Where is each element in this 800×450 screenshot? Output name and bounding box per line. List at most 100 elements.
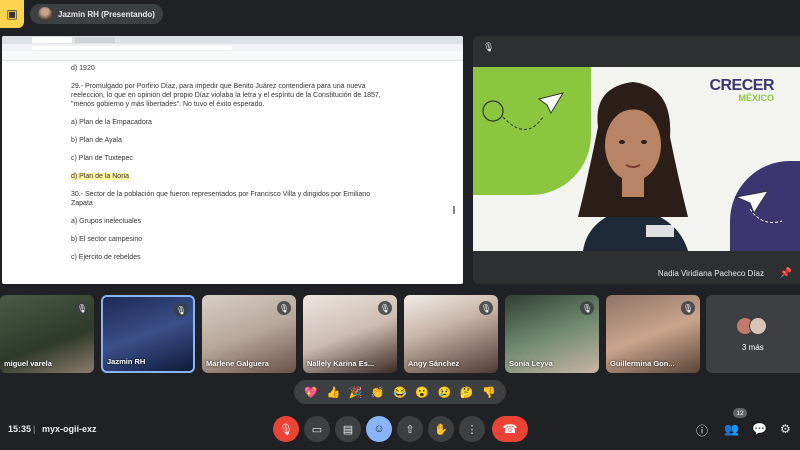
captions-button[interactable]: ▤ [335,416,361,442]
mic-off-icon: 🎙 [277,301,291,315]
people-icon[interactable]: 👥 [724,422,739,436]
presenter-avatar [38,7,52,21]
meet-window: ▣ Jazmin RH (Presentando) d) 1920 29.- Pr… [0,0,800,450]
speaker-name: Nadia Viridiana Pacheco Díaz [657,269,764,278]
mic-off-icon: 🎙 [580,301,594,315]
participant-name: Jazmin RH [107,357,146,366]
clock: 15:35 [8,424,32,434]
participant-tile[interactable]: 🎙 Marlene Galguera [202,295,296,373]
browser-tab [32,37,72,43]
reaction-emoji[interactable]: 😮 [415,386,429,399]
activities-icon[interactable]: ⚙ [780,422,791,436]
mic-off-icon: 🎙 [479,301,493,315]
info-icon[interactable]: ⓘ [696,422,708,439]
avatar [749,317,767,335]
document-text: d) 1920 [71,65,95,72]
participant-name: Angy Sánchez [408,359,460,368]
document-text: b) Plan de Ayala [71,137,122,144]
participant-name: Nallely Karina Es... [307,359,375,368]
reaction-bar: 💖 👍 🎉 👏 😂 😮 😢 🤔 👎 [294,380,506,404]
reaction-emoji[interactable]: 🎉 [349,386,363,399]
document-line: b) Plan de Ayala [71,136,382,145]
raise-hand-button[interactable]: ✋ [428,416,454,442]
leave-call-button[interactable]: ☎ [492,416,528,442]
paper-plane-icon [734,190,783,223]
phone-hangup-icon: ☎ [502,422,518,436]
present-icon: ⇧ [405,423,415,436]
reactions-button[interactable]: ☺ [366,416,392,442]
document-text: a) Plan de la Empacadora [71,119,152,126]
browser-tab [75,37,115,43]
participant-name: miguel varela [4,359,52,368]
reaction-emoji[interactable]: 🤔 [460,386,474,399]
reaction-emoji[interactable]: 👍 [326,386,340,399]
document-line: a) Plan de la Empacadora [71,118,382,127]
highlighted-answer: d) Plan de la Noria [71,173,129,180]
reaction-emoji[interactable]: 👏 [371,386,385,399]
participant-tile[interactable]: 🎙 Nallely Karina Es... [303,295,397,373]
document-text: c) Plan de Tuxtepec [71,155,133,162]
document-line: c) Plan de Tuxtepec [71,154,382,163]
participant-tile[interactable]: 🎙 miguel varela [0,295,94,373]
browser-tab-strip [2,36,463,44]
more-options-button[interactable]: ⋮ [459,416,485,442]
document-scrollbar [453,206,455,214]
mic-off-icon: 🎙 [75,301,89,315]
browser-url-bar [2,44,463,51]
mic-toggle-button[interactable]: 🎙 [273,416,299,442]
present-button[interactable]: ⇧ [397,416,423,442]
document-line: c) Ejercito de rebeldes [71,253,382,262]
more-participants-tile[interactable]: 3 más [706,295,800,373]
meeting-code: myx-ogii-exz [42,424,97,434]
participant-count-badge: 12 [733,408,747,418]
document-text: c) Ejercito de rebeldes [71,254,141,261]
emoji-icon: ☺ [373,423,385,435]
document-text: 30.- Sector de la población que fueron r… [71,191,371,207]
top-bar: ▣ Jazmin RH (Presentando) [0,0,800,28]
chat-icon[interactable]: 💬 [752,422,767,436]
document-line: d) 1920 [71,64,382,73]
hand-icon: ✋ [434,423,448,436]
speaker-person [578,82,688,251]
participant-name: Sonia Leyva [509,359,553,368]
captions-icon: ▤ [342,423,354,436]
bottom-bar: 15:35 | myx-ogii-exz 🎙 ▭ ▤ ☺ ⇧ ✋ ⋮ ☎ ⓘ 👥… [0,408,800,450]
document-line: 29.- Promulgado por Porfirio Díaz, para … [71,82,382,109]
participant-tile[interactable]: 🎙 Sonia Leyva [505,295,599,373]
document-toolbar [2,51,463,61]
participant-tile[interactable]: 🎙 Jazmin RH [101,295,195,373]
speaker-video: CRECER MÉXICO [473,67,800,251]
reaction-emoji[interactable]: 💖 [304,386,318,399]
document-line: b) El sector campesino [71,235,382,244]
more-vert-icon: ⋮ [466,423,478,436]
document-text: b) El sector campesino [71,236,143,243]
mic-off-icon: 🎙 [279,423,293,436]
participant-tile[interactable]: 🎙 Guillermina Gon... [606,295,700,373]
speaker-tile[interactable]: 🎙 CRECER MÉXICO Nadia Viridiana Pacheco … [473,36,800,284]
document-line: 30.- Sector de la población que fueron r… [71,190,382,208]
reaction-emoji[interactable]: 😂 [393,386,407,399]
camera-toggle-button[interactable]: ▭ [304,416,330,442]
participant-name: Guillermina Gon... [610,359,675,368]
camera-icon: ▭ [311,423,323,436]
document-line: d) Plan de la Noria [71,172,382,181]
mic-icon: 🎙 [483,42,495,52]
activities-button[interactable]: ▣ [0,0,24,28]
presenter-label: Jazmin RH (Presentando) [58,9,155,19]
document-body: d) 1920 29.- Promulgado por Porfirio Díaz… [2,61,382,262]
participant-tile[interactable]: 🎙 Angy Sánchez [404,295,498,373]
participant-strip: 🎙 miguel varela 🎙 Jazmin RH 🎙 Marlene Galguer… [0,295,800,373]
pin-icon[interactable]: 📌 [780,268,792,279]
reaction-emoji[interactable]: 😢 [438,386,452,399]
reaction-emoji[interactable]: 👎 [482,386,496,399]
document-text: 29.- Promulgado por Porfirio Díaz, para … [71,83,381,108]
mic-off-icon: 🎙 [681,301,695,315]
mic-off-icon: 🎙 [174,303,188,317]
shared-screen: d) 1920 29.- Promulgado por Porfirio Díaz… [2,36,463,284]
document-text: a) Grupos inelectuales [71,218,142,225]
presentation-icon: ▣ [6,7,18,21]
separator: | [33,424,36,434]
more-participants-label: 3 más [742,343,764,352]
mic-off-icon: 🎙 [378,301,392,315]
presenter-chip[interactable]: Jazmin RH (Presentando) [30,4,163,24]
